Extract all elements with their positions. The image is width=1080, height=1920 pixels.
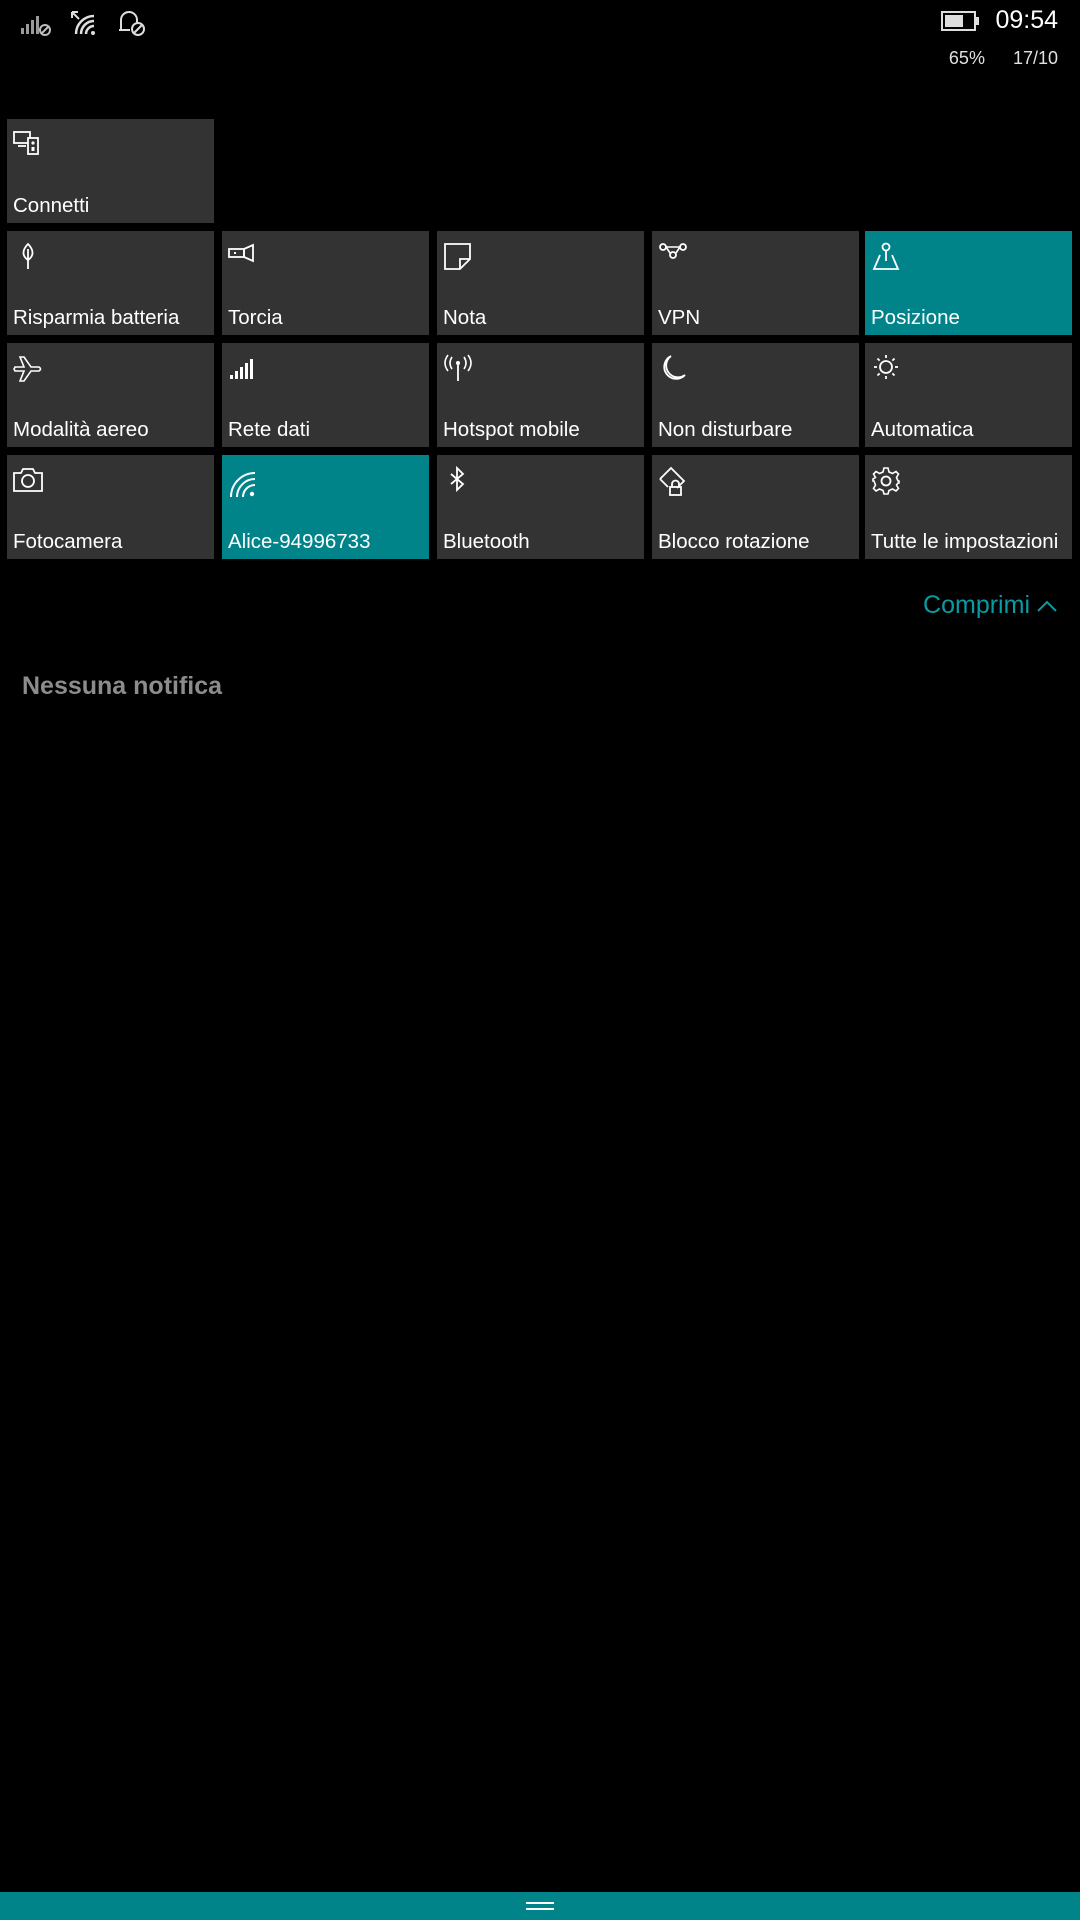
- tile-label: Hotspot mobile: [443, 418, 580, 441]
- vpn-icon: [659, 243, 687, 259]
- tile-label: Bluetooth: [443, 530, 530, 553]
- date: 17/10: [1012, 48, 1058, 68]
- tile-label: Modalità aereo: [13, 418, 149, 441]
- tile-airplane-mode[interactable]: Modalità aereo: [7, 343, 214, 447]
- brightness-icon: [874, 355, 898, 379]
- collapse-label: Comprimi: [923, 591, 1030, 619]
- status-sub: 65% 17/10: [949, 48, 1058, 69]
- collapse-button[interactable]: Comprimi: [923, 591, 1058, 620]
- tile-wifi[interactable]: Alice-94996733: [222, 455, 429, 559]
- status-right: 09:54: [941, 6, 1058, 35]
- tile-label: VPN: [658, 306, 701, 329]
- camera-icon: [13, 468, 43, 492]
- no-notifications-text: Nessuna notifica: [22, 672, 223, 700]
- battery-saver-icon: [22, 242, 34, 269]
- battery-icon: [941, 10, 980, 31]
- bluetooth-icon: [450, 465, 465, 493]
- note-icon: [444, 243, 471, 270]
- tile-label: Tutte le impostazioni: [871, 530, 1059, 553]
- tile-label: Automatica: [871, 418, 974, 441]
- moon-icon: [663, 355, 686, 380]
- notifications-off-icon: [119, 11, 145, 36]
- connect-icon: [13, 131, 39, 155]
- tile-label: Non disturbare: [658, 418, 793, 441]
- airplane-icon: [13, 356, 42, 382]
- tile-label: Posizione: [871, 306, 960, 329]
- settings-gear-icon: [872, 467, 900, 495]
- tile-rotation-lock[interactable]: Blocco rotazione: [652, 455, 859, 559]
- cellular-icon: [230, 359, 253, 379]
- clock: 09:54: [995, 6, 1058, 34]
- tile-bluetooth[interactable]: Bluetooth: [437, 455, 644, 559]
- tile-label: Rete dati: [228, 418, 311, 441]
- drag-handle-bar[interactable]: [0, 1892, 1080, 1920]
- flashlight-icon: [228, 243, 254, 263]
- tile-label: Nota: [443, 306, 487, 329]
- hotspot-icon: [444, 354, 472, 381]
- tile-label: Blocco rotazione: [658, 530, 810, 553]
- tile-label: Torcia: [228, 306, 283, 329]
- action-center: 09:54 65% 17/10 Connetti Risparmia batte…: [0, 0, 1080, 1920]
- tile-label: Connetti: [13, 194, 90, 217]
- battery-percent: 65%: [948, 48, 985, 68]
- rotation-lock-icon: [659, 466, 686, 496]
- tile-vpn[interactable]: VPN: [652, 231, 859, 335]
- status-icons: [20, 8, 150, 38]
- tile-auto-brightness[interactable]: Automatica: [865, 343, 1072, 447]
- tile-location[interactable]: Posizione: [865, 231, 1072, 335]
- signal-off-icon: [21, 16, 51, 36]
- chevron-up-icon: [1037, 600, 1057, 612]
- tile-label: Fotocamera: [13, 530, 123, 553]
- tile-label: Risparmia batteria: [13, 306, 180, 329]
- location-icon: [872, 242, 900, 270]
- tile-battery-saver[interactable]: Risparmia batteria: [7, 231, 214, 335]
- tile-cellular-data[interactable]: Rete dati: [222, 343, 429, 447]
- tile-connect[interactable]: Connetti: [7, 119, 214, 223]
- tile-all-settings[interactable]: Tutte le impostazioni: [865, 455, 1072, 559]
- tile-note[interactable]: Nota: [437, 231, 644, 335]
- tile-camera[interactable]: Fotocamera: [7, 455, 214, 559]
- wifi-icon: [71, 11, 95, 35]
- wifi-icon: [230, 472, 256, 497]
- tile-mobile-hotspot[interactable]: Hotspot mobile: [437, 343, 644, 447]
- tile-flashlight[interactable]: Torcia: [222, 231, 429, 335]
- tile-label: Alice-94996733: [228, 530, 371, 553]
- tile-do-not-disturb[interactable]: Non disturbare: [652, 343, 859, 447]
- drag-handle-icon: [526, 1902, 554, 1910]
